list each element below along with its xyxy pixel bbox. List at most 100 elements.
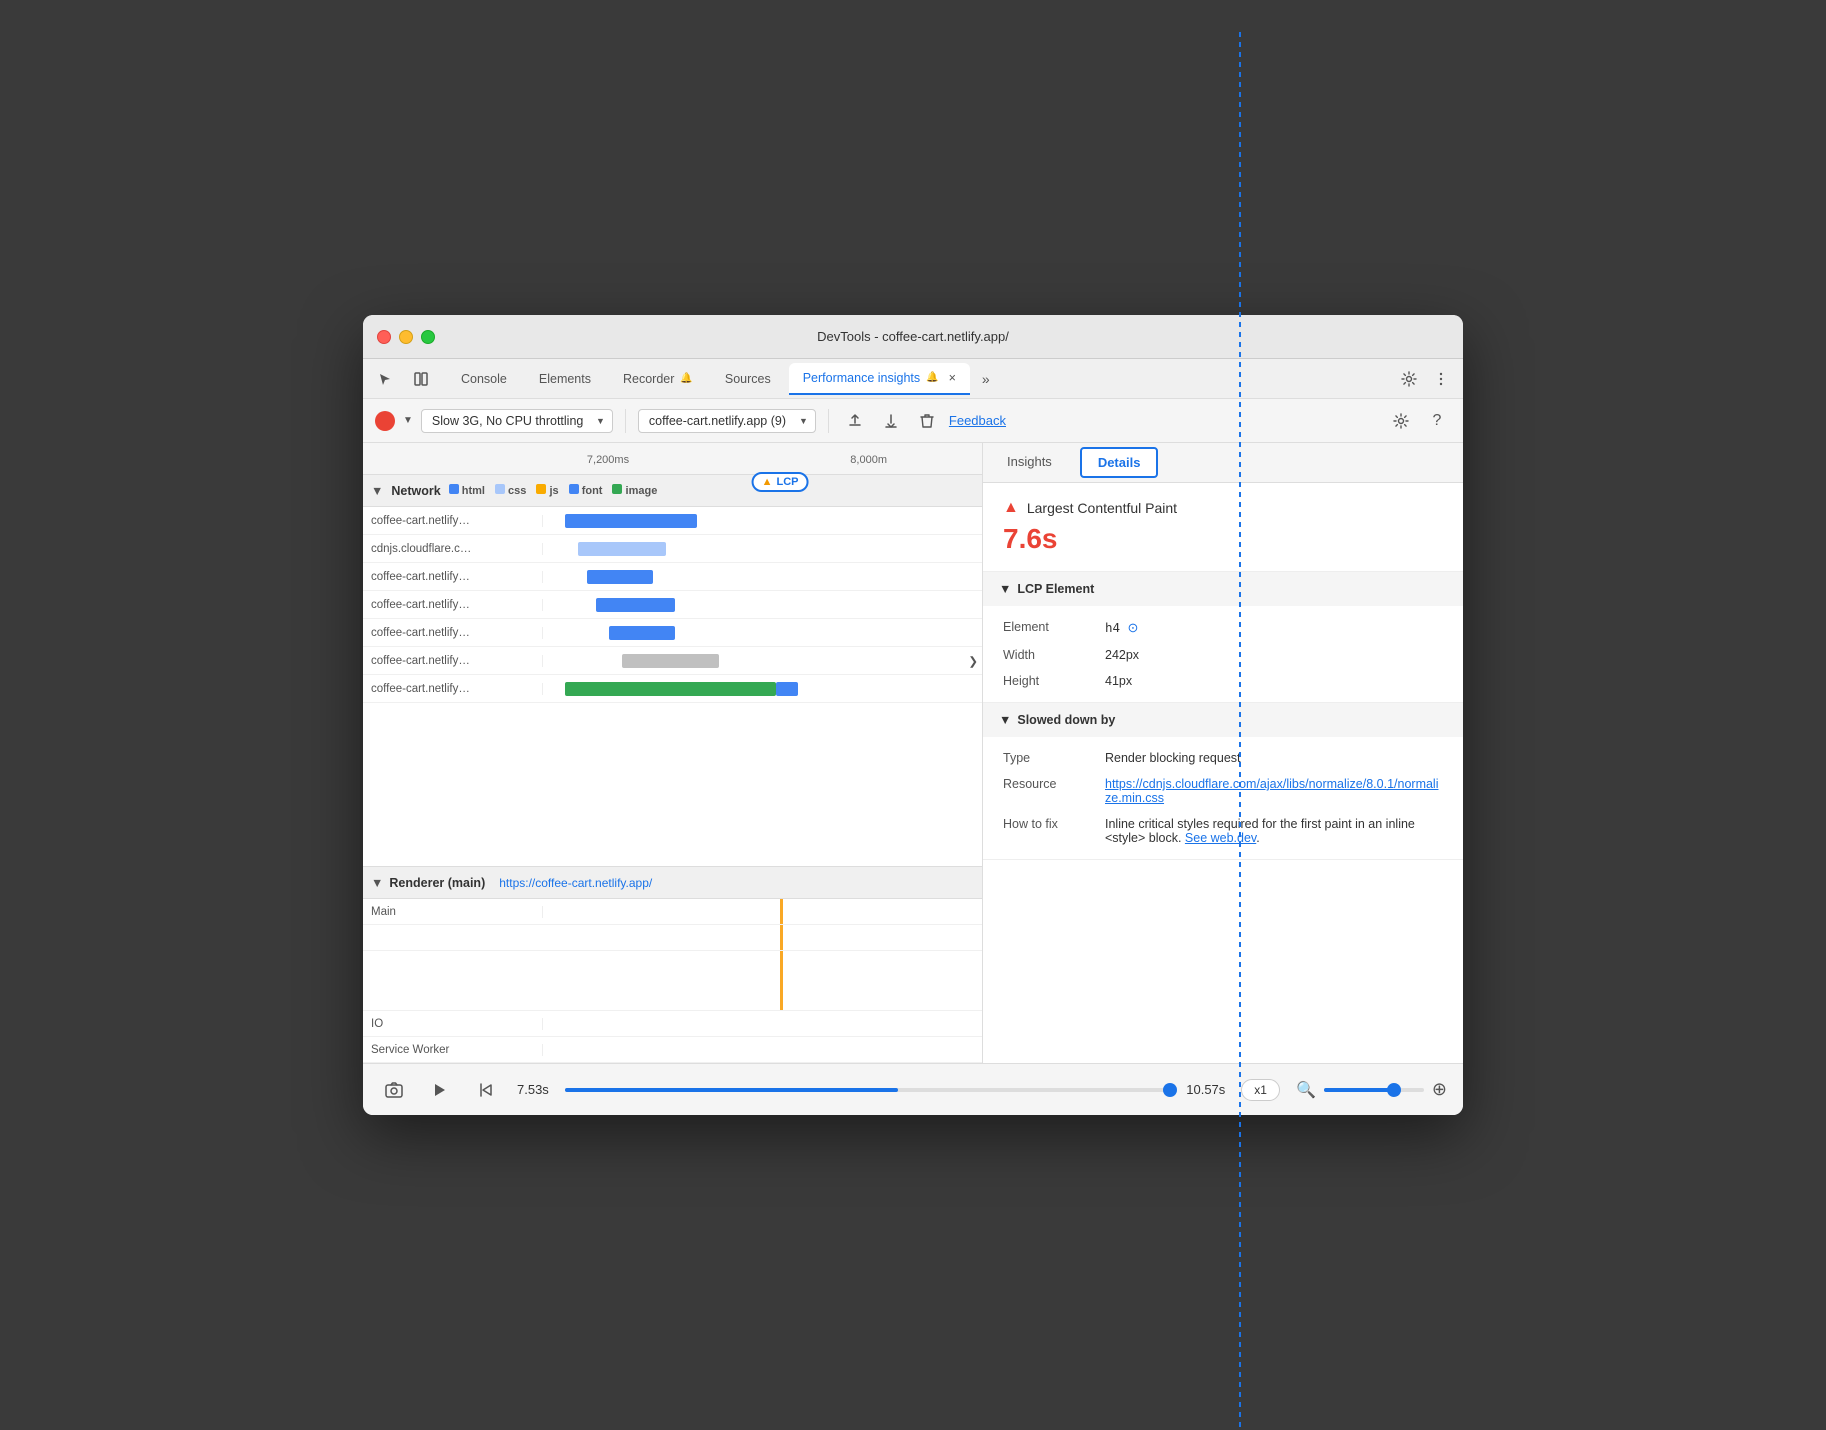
renderer-row-empty1 — [363, 925, 982, 951]
yellow-timeline-bar-2 — [780, 925, 783, 950]
lcp-element-header[interactable]: ▼ LCP Element — [983, 572, 1463, 606]
minimize-button[interactable] — [399, 330, 413, 344]
network-row-label: coffee-cart.netlify… — [363, 627, 543, 639]
network-row[interactable]: coffee-cart.netlify… — [363, 507, 982, 535]
maximize-button[interactable] — [421, 330, 435, 344]
detail-value-resource: https://cdnjs.cloudflare.com/ajax/libs/n… — [1105, 777, 1443, 805]
network-row[interactable]: coffee-cart.netlify… ❯ — [363, 647, 982, 675]
tab-bar: Console Elements Recorder 🔔 Sources Perf… — [363, 359, 1463, 399]
renderer-timeline — [543, 925, 982, 950]
time-mark-8000: 8,000m — [850, 454, 887, 466]
zoom-thumb[interactable] — [1387, 1083, 1401, 1097]
network-row[interactable]: coffee-cart.netlify… — [363, 619, 982, 647]
speed-badge[interactable]: x1 — [1241, 1079, 1280, 1101]
tab-sources[interactable]: Sources — [711, 363, 785, 395]
upload-icon[interactable] — [841, 407, 869, 435]
scrubber[interactable] — [565, 1088, 1170, 1092]
renderer-row-io[interactable]: IO — [363, 1011, 982, 1037]
renderer-section-header: ▼ Renderer (main) https://coffee-cart.ne… — [363, 867, 982, 899]
network-toggle[interactable]: ▼ — [371, 484, 383, 498]
lcp-label: LCP — [776, 476, 798, 488]
timeline-header: 7,200ms 8,000m ▲ LCP — [363, 443, 982, 475]
lcp-element-toggle: ▼ — [999, 582, 1011, 596]
tab-more-button[interactable]: » — [974, 367, 998, 391]
tab-elements[interactable]: Elements — [525, 363, 605, 395]
expand-row-icon[interactable]: ❯ — [968, 654, 978, 668]
detail-row-width: Width 242px — [983, 642, 1463, 668]
zoom-in-icon[interactable]: ⊕ — [1432, 1079, 1447, 1100]
detail-row-resource: Resource https://cdnjs.cloudflare.com/aj… — [983, 771, 1463, 811]
lcp-element-section: ▼ LCP Element Element h4 ⊙ Width — [983, 572, 1463, 703]
target-select[interactable]: coffee-cart.netlify.app (9) coffee-cart.… — [638, 409, 816, 433]
zoom-out-icon[interactable]: 🔍 — [1296, 1080, 1316, 1100]
element-tag: h4 — [1105, 620, 1120, 635]
network-row-label: coffee-cart.netlify… — [363, 515, 543, 527]
help-icon[interactable]: ? — [1423, 407, 1451, 435]
renderer-label-io: IO — [363, 1018, 543, 1030]
network-row-timeline — [543, 591, 982, 618]
detail-value-width: 242px — [1105, 648, 1443, 662]
lcp-warning-icon: ▲ — [762, 476, 773, 488]
scrubber-thumb[interactable] — [1163, 1083, 1177, 1097]
renderer-timeline-io — [543, 1011, 982, 1036]
dock-icon[interactable] — [407, 365, 435, 393]
renderer-row-service-worker[interactable]: Service Worker — [363, 1037, 982, 1063]
traffic-lights — [377, 330, 435, 344]
yellow-timeline-bar — [780, 899, 783, 924]
screenshot-icon[interactable] — [379, 1075, 409, 1105]
slowed-down-header[interactable]: ▼ Slowed down by — [983, 703, 1463, 737]
play-icon[interactable] — [425, 1075, 455, 1105]
close-button[interactable] — [377, 330, 391, 344]
delete-icon[interactable] — [913, 407, 941, 435]
tab-performance-insights[interactable]: Performance insights 🔔 × — [789, 363, 970, 395]
lcp-warning-triangle: ▲ — [1003, 499, 1019, 517]
network-row[interactable]: coffee-cart.netlify… — [363, 591, 982, 619]
tab-details[interactable]: Details — [1080, 447, 1159, 478]
settings-icon-2[interactable] — [1387, 407, 1415, 435]
network-row[interactable]: cdnjs.cloudflare.c… — [363, 535, 982, 563]
renderer-toggle[interactable]: ▼ — [371, 876, 383, 890]
legend-font: font — [569, 484, 603, 497]
network-bar — [622, 654, 719, 668]
more-options-icon[interactable] — [1427, 365, 1455, 393]
network-row[interactable]: coffee-cart.netlify… — [363, 563, 982, 591]
zoom-slider[interactable] — [1324, 1088, 1424, 1092]
inspect-icon[interactable]: ⊙ — [1128, 620, 1139, 635]
detail-value-how-to-fix: Inline critical styles required for the … — [1105, 817, 1443, 845]
detail-row-type: Type Render blocking request — [983, 745, 1463, 771]
main-content: 7,200ms 8,000m ▲ LCP ▼ Network — [363, 443, 1463, 1063]
detail-value-element: h4 ⊙ — [1105, 620, 1443, 636]
tab-close-icon[interactable]: × — [949, 371, 956, 385]
network-row[interactable]: coffee-cart.netlify… — [363, 675, 982, 703]
renderer-link[interactable]: https://coffee-cart.netlify.app/ — [491, 876, 660, 890]
lcp-badge[interactable]: ▲ LCP — [752, 472, 809, 492]
network-row-timeline — [543, 535, 982, 562]
lcp-marker[interactable]: ▲ LCP — [752, 472, 809, 492]
resource-link[interactable]: https://cdnjs.cloudflare.com/ajax/libs/n… — [1105, 777, 1438, 805]
slowed-down-toggle: ▼ — [999, 713, 1011, 727]
tab-console[interactable]: Console — [447, 363, 521, 395]
right-tabs: Insights Details — [983, 443, 1463, 483]
download-icon[interactable] — [877, 407, 905, 435]
legend-html: html — [449, 484, 485, 497]
record-dropdown-arrow[interactable]: ▼ — [403, 415, 413, 426]
detail-value-type: Render blocking request — [1105, 751, 1443, 765]
zoom-fill — [1324, 1088, 1394, 1092]
cursor-icon[interactable] — [371, 365, 399, 393]
network-section: ▼ Network html css js font image coffee-… — [363, 475, 982, 866]
settings-icon[interactable] — [1395, 365, 1423, 393]
tab-insights[interactable]: Insights — [983, 443, 1076, 482]
network-bar-small — [776, 682, 798, 696]
network-bar — [596, 598, 675, 612]
record-button[interactable] — [375, 411, 395, 431]
skip-back-icon[interactable] — [471, 1075, 501, 1105]
detail-key-height: Height — [1003, 674, 1093, 688]
feedback-link[interactable]: Feedback — [949, 413, 1006, 428]
tab-recorder[interactable]: Recorder 🔔 — [609, 363, 707, 395]
see-web-dev-link[interactable]: See web.dev — [1185, 831, 1256, 845]
right-panel: Insights Details ▲ Largest Contentful Pa… — [983, 443, 1463, 1063]
detail-key-type: Type — [1003, 751, 1093, 765]
slowed-down-title: Slowed down by — [1017, 713, 1115, 727]
network-throttle-select[interactable]: Slow 3G, No CPU throttling No throttling… — [421, 409, 613, 433]
renderer-row-main[interactable]: Main — [363, 899, 982, 925]
